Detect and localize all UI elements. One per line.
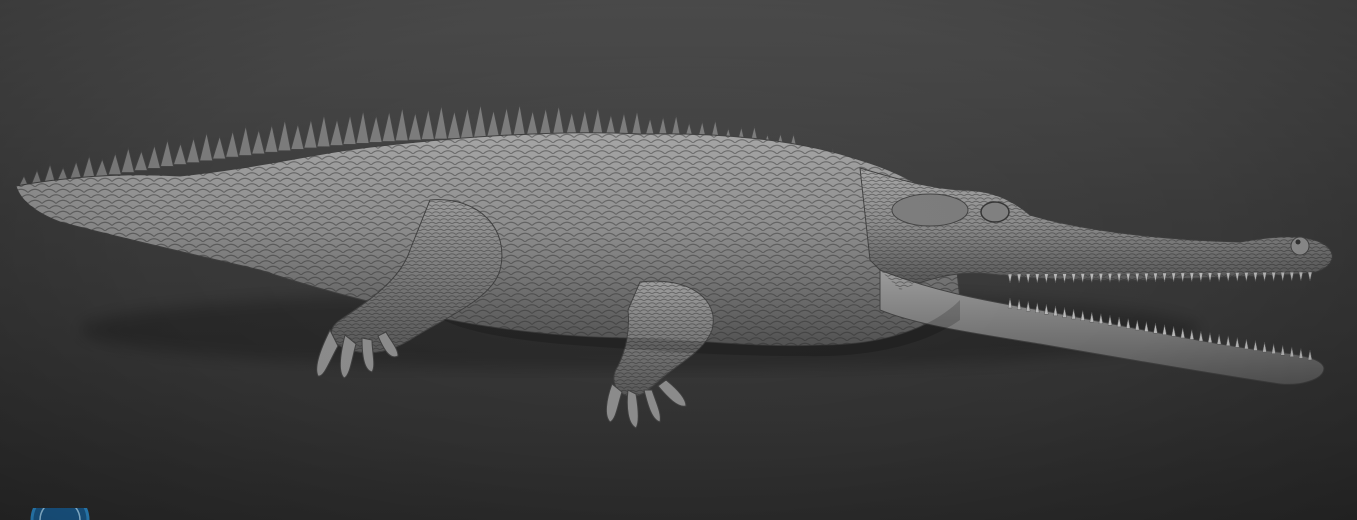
- 3d-viewport[interactable]: [0, 0, 1357, 520]
- gharial-sculpt-icon: [15, 103, 1333, 429]
- eye: [980, 201, 1010, 223]
- app-logo-icon: [30, 508, 90, 520]
